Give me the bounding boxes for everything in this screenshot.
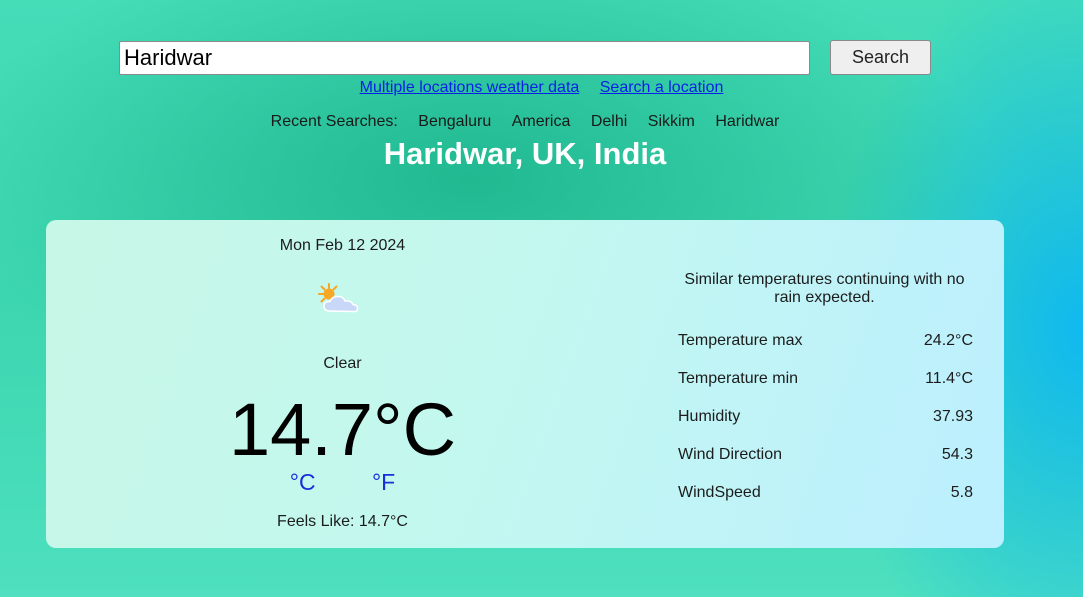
stat-row-temp-max: Temperature max 24.2°C [678,332,973,370]
search-button[interactable]: Search [830,40,931,75]
stat-row-wind-speed: WindSpeed 5.8 [678,484,973,522]
location-title: Haridwar, UK, India [383,136,667,171]
recent-item-america[interactable]: America [512,113,571,130]
stat-label: Humidity [678,408,741,425]
partly-cloudy-icon [318,283,359,313]
stat-row-temp-min: Temperature min 11.4°C [678,370,973,408]
stat-value: 54.3 [941,446,973,463]
nav-links: Multiple locations weather data Search a… [0,79,1083,97]
stat-row-humidity: Humidity 37.93 [678,408,973,446]
search-location-link[interactable]: Search a location [600,79,724,96]
stat-label: Temperature min [678,370,799,387]
weather-card: Mon Feb 12 2024 Clear 14.7°C °C °F Feels… [46,220,1004,548]
recent-item-bengaluru[interactable]: Bengaluru [418,113,491,130]
current-date: Mon Feb 12 2024 [279,237,406,254]
stat-label: Wind Direction [678,446,783,463]
feels-like: Feels Like: 14.7°C [277,513,408,530]
stat-value: 11.4°C [925,370,973,387]
recent-item-sikkim[interactable]: Sikkim [648,113,695,130]
unit-toggle: °C °F [46,469,639,496]
recent-item-haridwar[interactable]: Haridwar [715,113,779,130]
stat-label: Temperature max [678,332,803,349]
multiple-locations-link[interactable]: Multiple locations weather data [360,79,580,96]
recent-searches-label: Recent Searches: [270,113,398,130]
weather-condition: Clear [323,355,362,372]
search-input[interactable] [119,41,810,75]
recent-searches: Recent Searches: Bengaluru America Delhi… [0,113,1050,131]
celsius-toggle[interactable]: °C [290,469,316,495]
recent-item-delhi[interactable]: Delhi [591,113,627,130]
stat-value: 5.8 [950,484,973,501]
stat-label: WindSpeed [678,484,761,501]
current-weather: Mon Feb 12 2024 Clear 14.7°C °C °F Feels… [46,220,639,548]
stat-value: 24.2°C [923,332,973,349]
fahrenheit-toggle[interactable]: °F [372,469,395,495]
forecast-summary: Similar temperatures continuing with no … [684,271,965,306]
search-bar: Search [119,40,931,75]
weather-stats: Temperature max 24.2°C Temperature min 1… [678,332,973,522]
stat-row-wind-direction: Wind Direction 54.3 [678,446,973,484]
stat-value: 37.93 [932,408,973,425]
current-temperature: 14.7°C [228,388,457,471]
